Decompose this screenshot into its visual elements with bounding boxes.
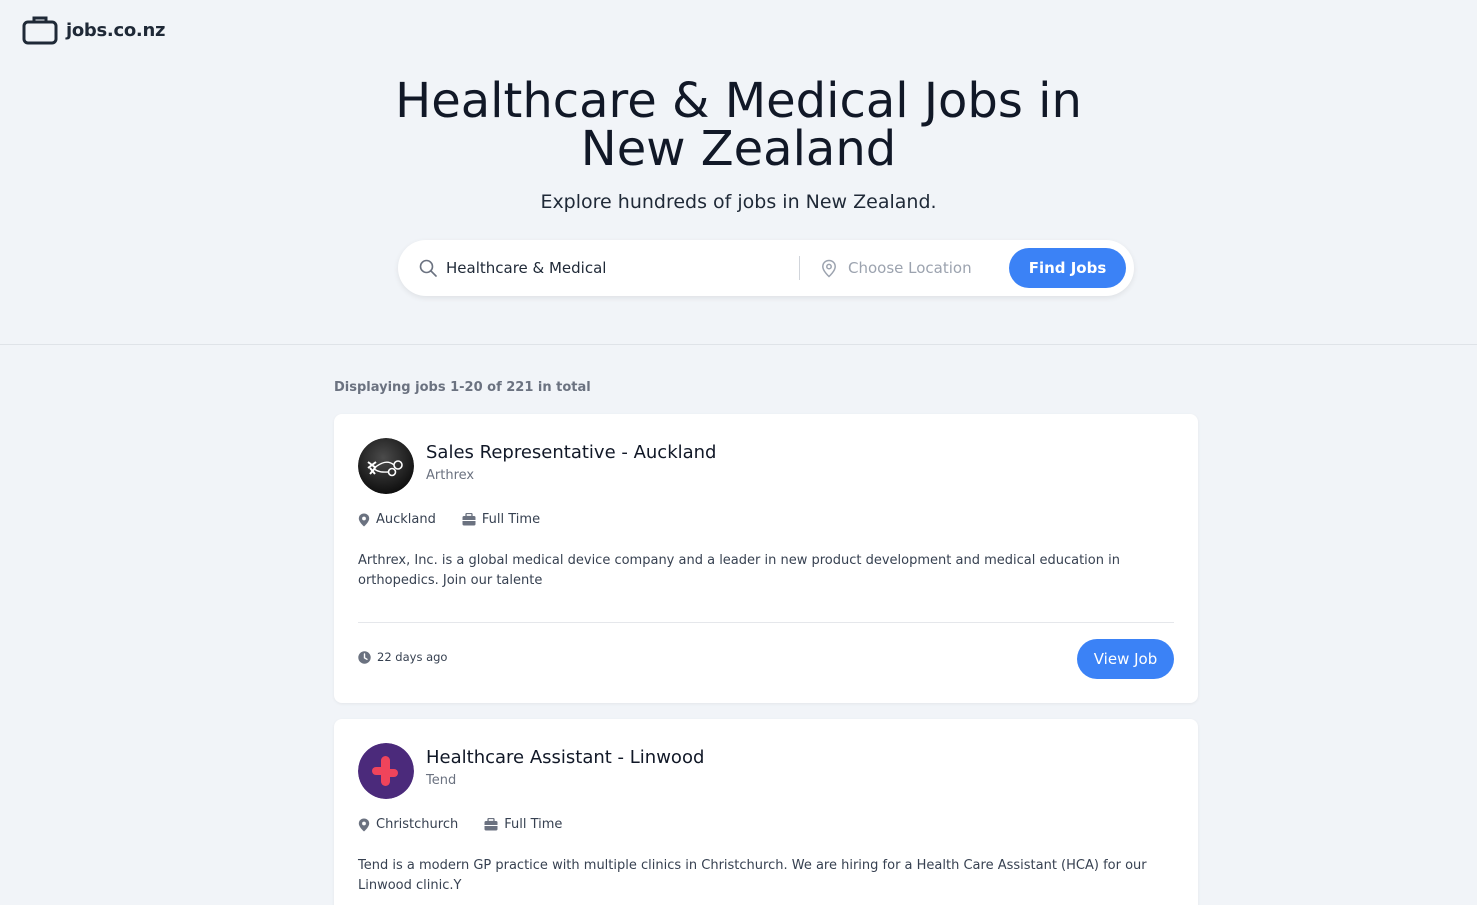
map-pin-icon <box>358 513 370 526</box>
results-summary: Displaying jobs 1-20 of 221 in total <box>334 380 591 395</box>
job-meta: Auckland Full Time <box>358 512 566 527</box>
clock-icon <box>358 650 371 664</box>
view-job-button[interactable]: View Job <box>1077 639 1174 679</box>
job-description: Tend is a modern GP practice with multip… <box>358 858 1147 893</box>
company-name: Arthrex <box>426 468 475 483</box>
map-pin-icon <box>358 818 370 831</box>
company-logo-arthrex <box>358 438 414 494</box>
page-title-line-1: Healthcare & Medical Jobs in <box>395 73 1082 129</box>
job-card[interactable]: Sales Representative - Auckland Arthrex … <box>334 414 1198 703</box>
job-type-icon <box>462 513 476 526</box>
job-location: Auckland <box>358 512 436 527</box>
card-divider <box>358 622 1174 623</box>
job-location-text: Christchurch <box>376 817 459 832</box>
job-title[interactable]: Healthcare Assistant - Linwood <box>426 747 704 768</box>
search-divider <box>799 256 800 280</box>
find-jobs-button[interactable]: Find Jobs <box>1009 248 1126 288</box>
job-type: Full Time <box>484 817 562 832</box>
job-location: Christchurch <box>358 817 458 832</box>
arthrex-logo-icon <box>358 438 414 494</box>
job-card[interactable]: Healthcare Assistant - Linwood Tend Chri… <box>334 719 1198 905</box>
location-input[interactable] <box>848 257 998 279</box>
job-title[interactable]: Sales Representative - Auckland <box>426 442 717 463</box>
page-subtitle: Explore hundreds of jobs in New Zealand. <box>540 191 937 213</box>
job-type-icon <box>484 818 498 831</box>
page-title: Healthcare & Medical Jobs in New Zealand <box>0 77 1477 173</box>
posted-date: 22 days ago <box>358 650 447 664</box>
page-title-line-2: New Zealand <box>580 121 897 177</box>
hero-section: Healthcare & Medical Jobs in New Zealand… <box>0 0 1477 345</box>
job-type: Full Time <box>462 512 540 527</box>
company-logo-tend <box>358 743 414 799</box>
tend-logo-icon <box>358 743 414 799</box>
search-icon <box>419 259 437 277</box>
job-meta: Christchurch Full Time <box>358 817 588 832</box>
company-name: Tend <box>426 773 457 788</box>
job-location-text: Auckland <box>376 512 436 527</box>
job-description: Arthrex, Inc. is a global medical device… <box>358 553 1120 588</box>
posted-date-text: 22 days ago <box>377 650 448 664</box>
job-type-text: Full Time <box>481 512 541 527</box>
job-type-text: Full Time <box>504 817 563 832</box>
location-pin-icon <box>822 259 836 278</box>
keyword-search-input[interactable] <box>446 257 791 279</box>
